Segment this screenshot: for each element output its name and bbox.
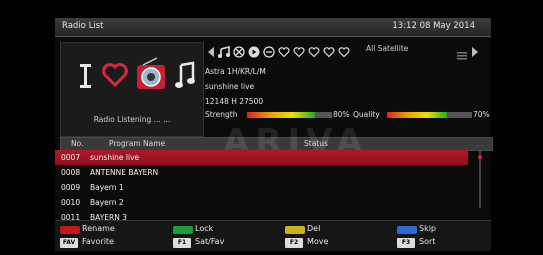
key-legend: Rename Lock Del Skip FAV Favorite F1 Sat… — [55, 220, 491, 251]
quality-bar — [387, 112, 472, 118]
favorite-heart-icon[interactable] — [101, 61, 129, 93]
f2-key-badge: F2 — [285, 238, 303, 248]
sat-fav-label: Sat/Fav — [195, 237, 225, 246]
fav-key-badge: FAV — [60, 238, 78, 248]
mode-status: Radio Listening ... ... — [93, 115, 171, 124]
channel-info: Astra 1H/KR/L/M sunshine live 12148 H 27… — [205, 64, 266, 109]
col-no: No. — [71, 139, 84, 148]
nav-bar: All Satellite — [207, 43, 492, 60]
radio-list-window: Radio List 13:12 08 May 2014 Radio Liste… — [55, 18, 493, 240]
mode-panel: Radio Listening ... ... — [60, 42, 204, 137]
tv-icon[interactable] — [79, 61, 93, 95]
channel-name: Bayern 1 — [90, 183, 124, 192]
radio-icon[interactable] — [135, 57, 167, 95]
quality-label: Quality — [353, 110, 380, 119]
channel-number: 0010 — [61, 198, 81, 207]
table-row[interactable]: 0010 Bayern 2 — [55, 195, 475, 210]
strength-bar-fill — [247, 112, 315, 118]
green-button-icon — [173, 226, 193, 234]
scrollbar[interactable] — [478, 150, 482, 208]
table-row[interactable]: 0007 sunshine live — [55, 150, 468, 165]
clock: 13:12 08 May 2014 — [392, 21, 475, 31]
title-bar: Radio List 13:12 08 May 2014 — [55, 18, 491, 37]
quality-bar-fill — [387, 112, 447, 118]
channel-name: sunshine live — [90, 153, 140, 162]
channel-number: 0009 — [61, 183, 81, 192]
col-program-name: Program Name — [109, 139, 166, 148]
heart-icon[interactable] — [308, 43, 320, 62]
satellite-name: Astra 1H/KR/L/M — [205, 67, 266, 76]
channel-number: 0007 — [61, 153, 81, 162]
channel-name: ANTENNE BAYERN — [90, 168, 159, 177]
signal-meters: Strength 80% Quality 70% — [205, 110, 491, 120]
sort-label: Sort — [419, 237, 436, 246]
move-label: Move — [307, 237, 329, 246]
strength-bar — [247, 112, 332, 118]
play-icon[interactable] — [248, 43, 260, 62]
heart-icon[interactable] — [338, 43, 350, 62]
red-button-icon — [60, 226, 80, 234]
table-row[interactable]: 0009 Bayern 1 — [55, 180, 475, 195]
next-arrow-icon[interactable] — [471, 43, 479, 62]
scroll-thumb[interactable] — [478, 155, 482, 159]
f3-key-badge: F3 — [397, 238, 415, 248]
music-icon[interactable] — [218, 43, 230, 62]
channel-name: Bayern 2 — [90, 198, 124, 207]
blue-button-icon — [397, 226, 417, 234]
mode-icons — [75, 55, 195, 99]
strength-label: Strength — [205, 110, 238, 119]
page-title: Radio List — [62, 21, 104, 31]
quality-value: 70% — [473, 110, 490, 119]
music-note-icon[interactable] — [175, 61, 195, 95]
rename-label: Rename — [82, 224, 115, 233]
scramble-icon[interactable] — [233, 43, 245, 62]
delete-label: Del — [307, 224, 321, 233]
skip-label: Skip — [419, 224, 437, 233]
satellite-filter[interactable]: All Satellite — [366, 43, 408, 55]
strength-value: 80% — [333, 110, 350, 119]
favorite-label: Favorite — [82, 237, 114, 246]
channel-list: 0007 sunshine live 0008 ANTENNE BAYERN 000… — [55, 150, 475, 225]
list-icon[interactable] — [457, 45, 467, 64]
f1-key-badge: F1 — [173, 238, 191, 248]
heart-icon[interactable] — [323, 43, 335, 62]
lock-icon[interactable] — [263, 43, 275, 62]
heart-icon[interactable] — [293, 43, 305, 62]
heart-icon[interactable] — [278, 43, 290, 62]
prev-arrow-icon[interactable] — [207, 43, 215, 62]
transponder: 12148 H 27500 — [205, 97, 264, 106]
channel-number: 0008 — [61, 168, 81, 177]
yellow-button-icon — [285, 226, 305, 234]
lock-label: Lock — [195, 224, 214, 233]
table-row[interactable]: 0008 ANTENNE BAYERN — [55, 165, 475, 180]
program-name: sunshine live — [205, 82, 255, 91]
